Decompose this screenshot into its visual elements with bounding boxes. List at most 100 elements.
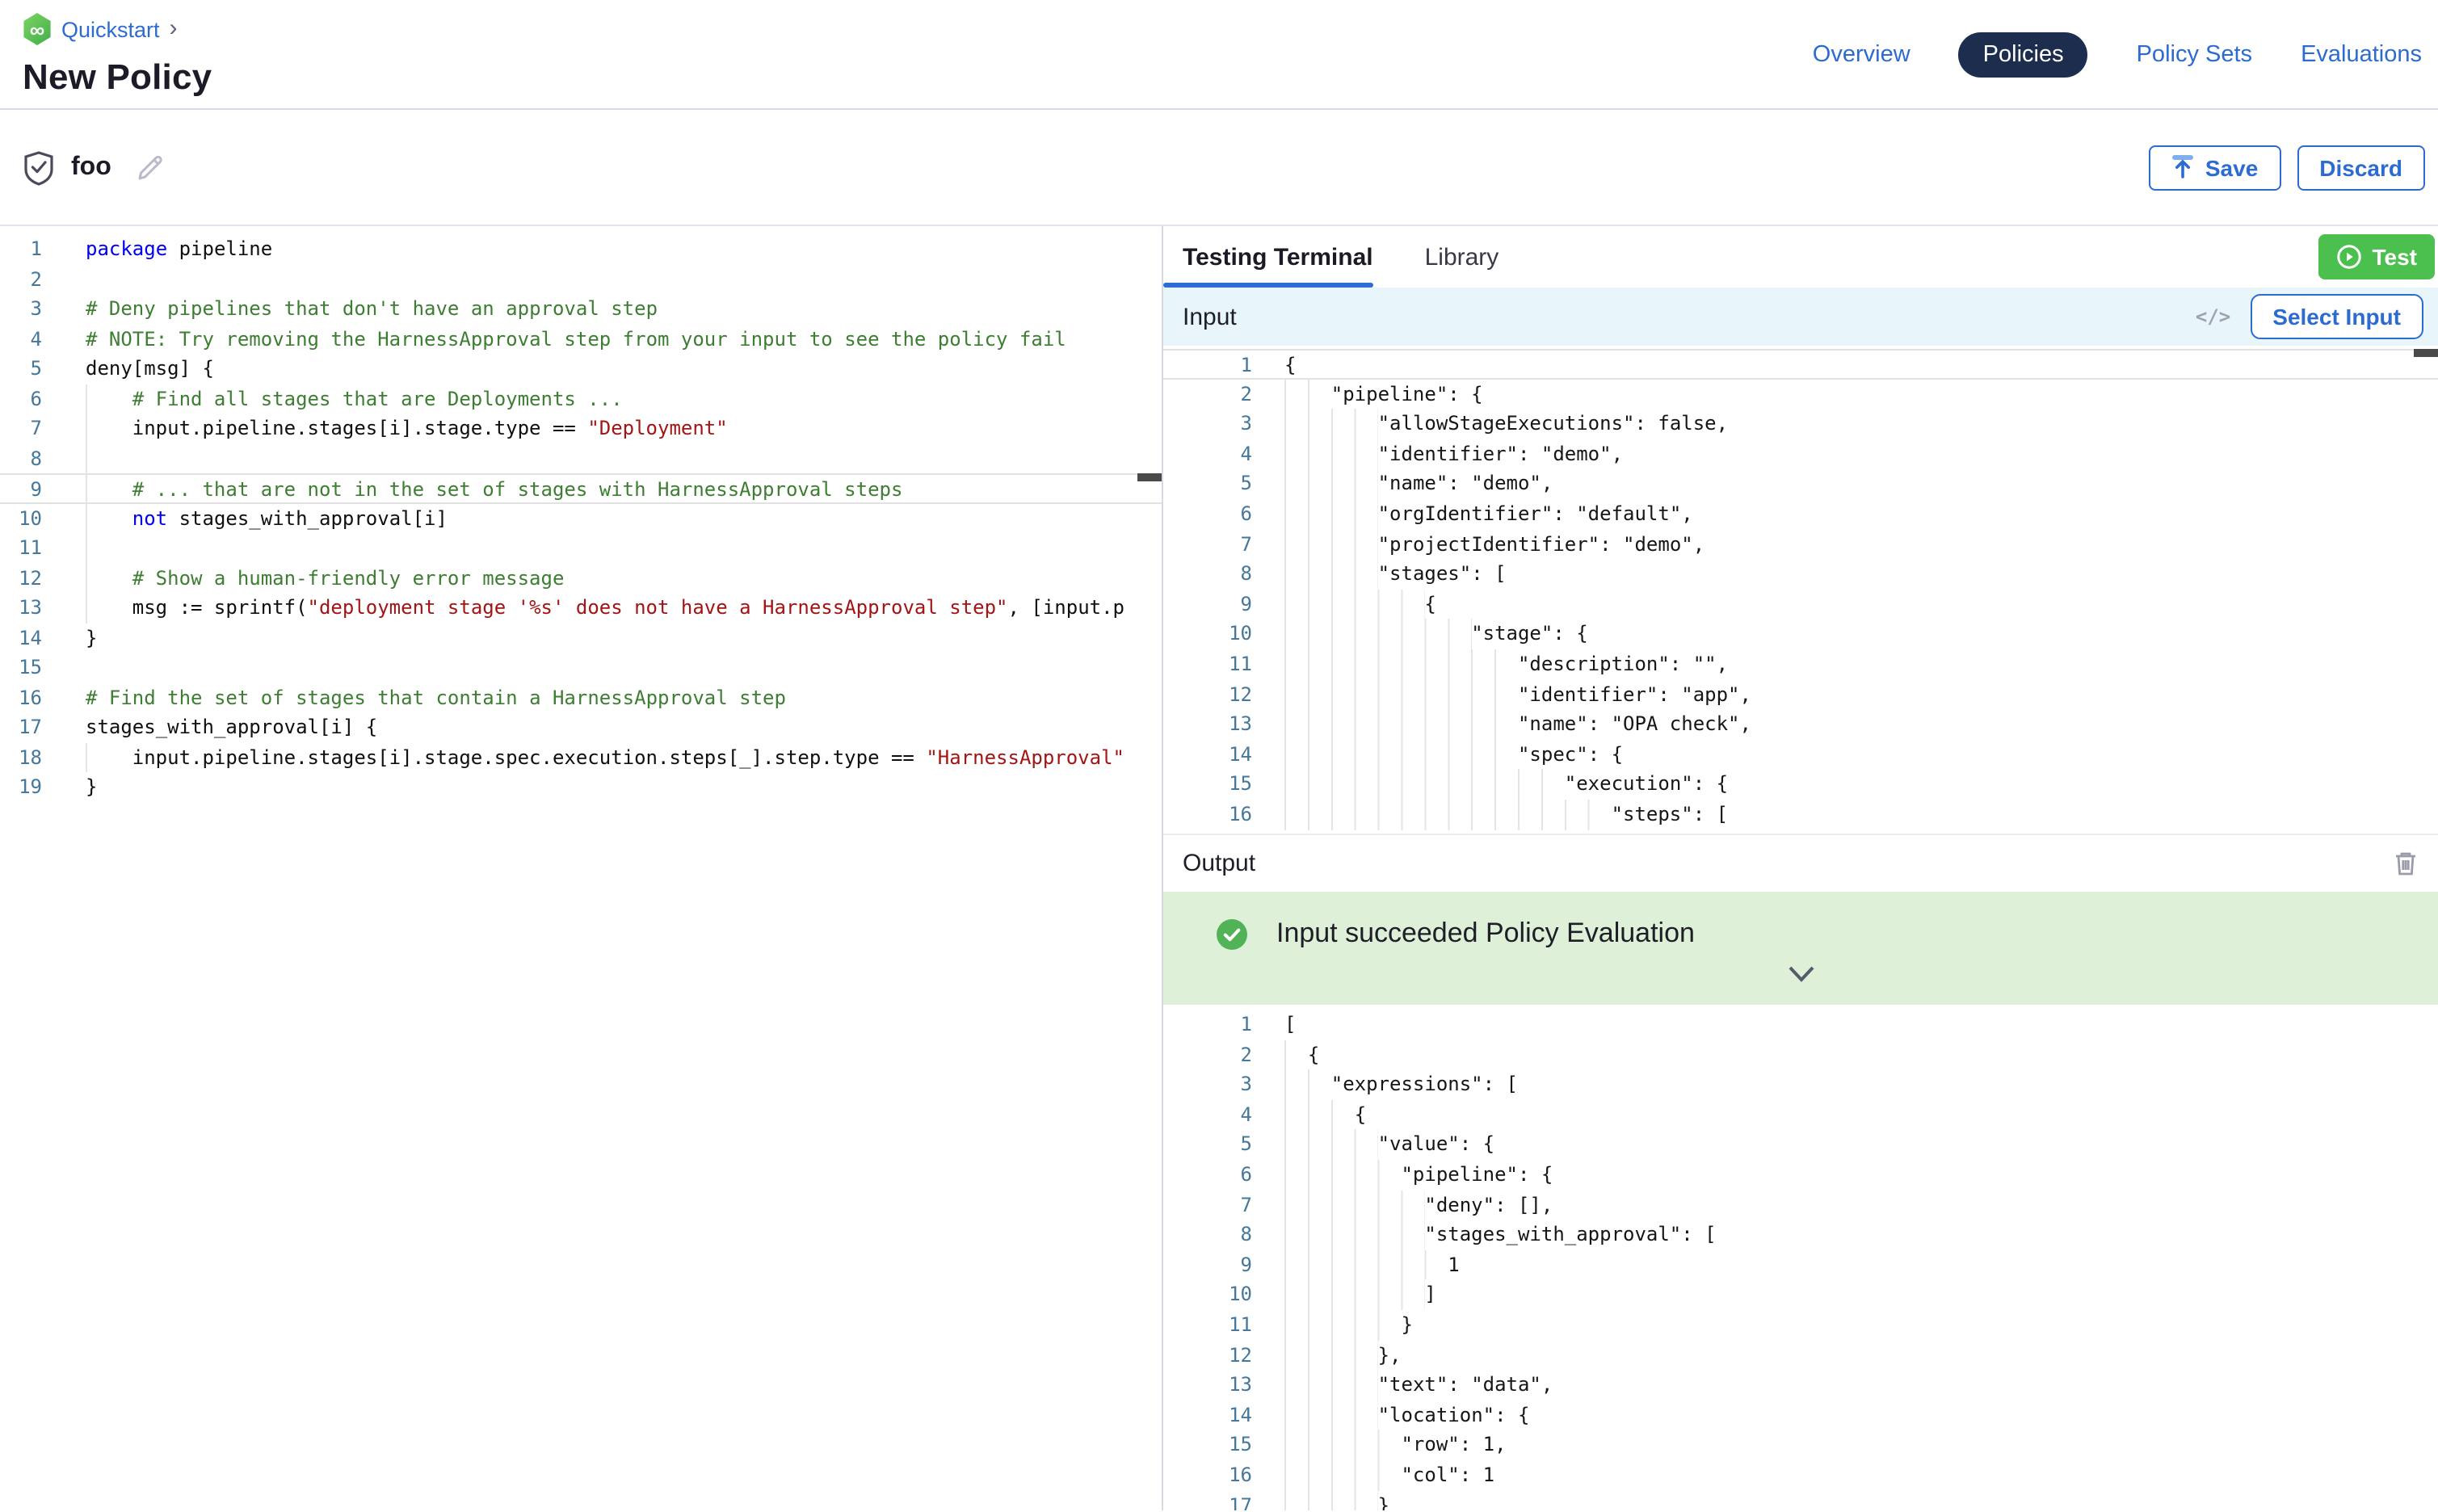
line-content: } [1284, 1310, 1413, 1340]
code-line: 16"steps": [ [1163, 800, 2438, 830]
nav-tab-overview[interactable]: Overview [1813, 41, 1910, 67]
upload-icon [2171, 155, 2194, 179]
line-number: 4 [0, 324, 42, 354]
code-line: 8"stages": [ [1163, 559, 2438, 589]
code-line: 16"col": 1 [1163, 1460, 2438, 1490]
shield-check-icon [23, 149, 55, 185]
chevron-down-icon[interactable] [1784, 963, 1817, 992]
code-line: 5 "name": "demo", [1163, 469, 2438, 499]
code-line: 9{ [1163, 590, 2438, 620]
line-number: 11 [1163, 1310, 1252, 1340]
code-line: 11 [0, 533, 1162, 563]
code-line: 5"value": { [1163, 1130, 2438, 1160]
line-number: 18 [0, 742, 42, 772]
line-number: 3 [0, 294, 42, 324]
line-number: 12 [1163, 679, 1252, 709]
save-button[interactable]: Save [2149, 145, 2280, 190]
line-content: "stages": [ [1284, 559, 1507, 589]
line-number: 5 [1163, 469, 1252, 499]
output-json-editor[interactable]: 1[2{3"expressions": [4{5"value": {6"pipe… [1163, 1005, 2438, 1510]
line-number: 9 [0, 475, 42, 502]
policy-toolbar: foo Save Discard [0, 110, 2438, 225]
code-line: 4 # NOTE: Try removing the HarnessApprova… [0, 324, 1162, 354]
line-content: "identifier": "demo", [1284, 439, 1623, 469]
line-content: "value": { [1284, 1130, 1494, 1160]
line-number: 7 [0, 414, 42, 443]
nav-tab-evaluations[interactable]: Evaluations [2301, 41, 2422, 67]
line-number: 8 [1163, 1220, 1252, 1250]
code-line: 14"spec": { [1163, 739, 2438, 769]
line-number: 15 [1163, 1430, 1252, 1460]
line-number: 3 [1163, 409, 1252, 439]
check-circle-icon [1217, 918, 1247, 949]
line-content: # Show a human-friendly error message [86, 563, 564, 593]
code-line: 16# Find the set of stages that contain … [0, 682, 1162, 712]
line-content: 1 [1284, 1250, 1460, 1280]
code-line: 12}, [1163, 1340, 2438, 1370]
tab-library[interactable]: Library [1425, 243, 1499, 271]
line-number: 15 [1163, 770, 1252, 800]
line-content: "description": "", [1284, 649, 1728, 679]
test-button[interactable]: Test [2319, 234, 2436, 279]
code-line: 13"name": "OPA check", [1163, 709, 2438, 739]
line-number: 6 [1163, 1160, 1252, 1190]
banner-message: Input succeeded Policy Evaluation [1276, 918, 1695, 950]
header-left: ∞ Quickstart › New Policy [0, 0, 212, 108]
line-number: 11 [1163, 649, 1252, 679]
testing-panel-tabs: Testing Terminal Library Test [1163, 226, 2438, 288]
code-brackets-icon[interactable]: </> [2196, 305, 2230, 328]
line-content: package pipeline [86, 234, 272, 264]
discard-button[interactable]: Discard [2297, 145, 2425, 190]
line-number: 12 [0, 563, 42, 593]
policy-name: foo [71, 153, 111, 182]
trash-icon[interactable] [2393, 850, 2419, 877]
code-line: 7"deny": [], [1163, 1190, 2438, 1220]
code-line: 11 "description": "", [1163, 649, 2438, 679]
line-number: 3 [1163, 1069, 1252, 1099]
select-input-button[interactable]: Select Input [2250, 294, 2423, 339]
line-content: "execution": { [1284, 770, 1728, 800]
line-content: "pipeline": { [1284, 1160, 1553, 1190]
page-header: ∞ Quickstart › New Policy Overview Polici… [0, 0, 2438, 110]
code-line: 2 [0, 264, 1162, 294]
line-content: "allowStageExecutions": false, [1284, 409, 1728, 439]
evaluation-success-banner: Input succeeded Policy Evaluation [1163, 892, 2438, 1005]
line-number: 9 [1163, 590, 1252, 620]
line-number: 13 [1163, 709, 1252, 739]
line-content: deny[msg] { [86, 354, 214, 384]
nav-tab-policy-sets[interactable]: Policy Sets [2137, 41, 2252, 67]
policy-code-editor[interactable]: 1package pipeline23# Deny pipelines that… [0, 226, 1162, 1510]
nav-tab-policies[interactable]: Policies [1959, 32, 2088, 77]
line-content: } [1284, 1490, 1389, 1510]
output-section-header: Output [1163, 834, 2438, 892]
line-number: 1 [1163, 1010, 1252, 1040]
line-content: [ [1284, 1010, 1296, 1040]
line-number: 14 [1163, 1400, 1252, 1430]
line-content: not stages_with_approval[i] [86, 503, 448, 533]
input-json-editor[interactable]: 1{2"pipeline": {3 "allowStageExecutions":… [1163, 346, 2438, 834]
line-content: { [1284, 351, 1296, 377]
line-number: 2 [1163, 1040, 1252, 1069]
line-content: "name": "demo", [1284, 469, 1553, 499]
line-content: # NOTE: Try removing the HarnessApproval… [86, 324, 1066, 354]
code-line: 7input.pipeline.stages[i].stage.type == … [0, 414, 1162, 443]
line-number: 10 [1163, 1280, 1252, 1310]
code-line: 1[ [1163, 1010, 2438, 1040]
line-number: 4 [1163, 1100, 1252, 1130]
code-line: 17} [1163, 1490, 2438, 1510]
code-line: 1{ [1163, 349, 2438, 379]
code-line: 2{ [1163, 1040, 2438, 1069]
code-line: 6"orgIdentifier": "default", [1163, 499, 2438, 529]
code-line: 2"pipeline": { [1163, 379, 2438, 409]
play-circle-icon [2337, 244, 2363, 270]
policy-editor-page: ∞ Quickstart › New Policy Overview Polici… [0, 0, 2438, 1512]
code-line: 12 # Show a human-friendly error message [0, 563, 1162, 593]
code-line: 14"location": { [1163, 1400, 2438, 1430]
line-content: { [1284, 590, 1436, 620]
code-line: 8 [0, 443, 1162, 473]
code-line: 6 "pipeline": { [1163, 1160, 2438, 1190]
edit-pencil-icon[interactable] [134, 151, 166, 183]
breadcrumb-quickstart-link[interactable]: Quickstart [61, 17, 160, 41]
tab-testing-terminal[interactable]: Testing Terminal [1183, 243, 1373, 271]
content-area: 1package pipeline23# Deny pipelines that… [0, 225, 2438, 1510]
